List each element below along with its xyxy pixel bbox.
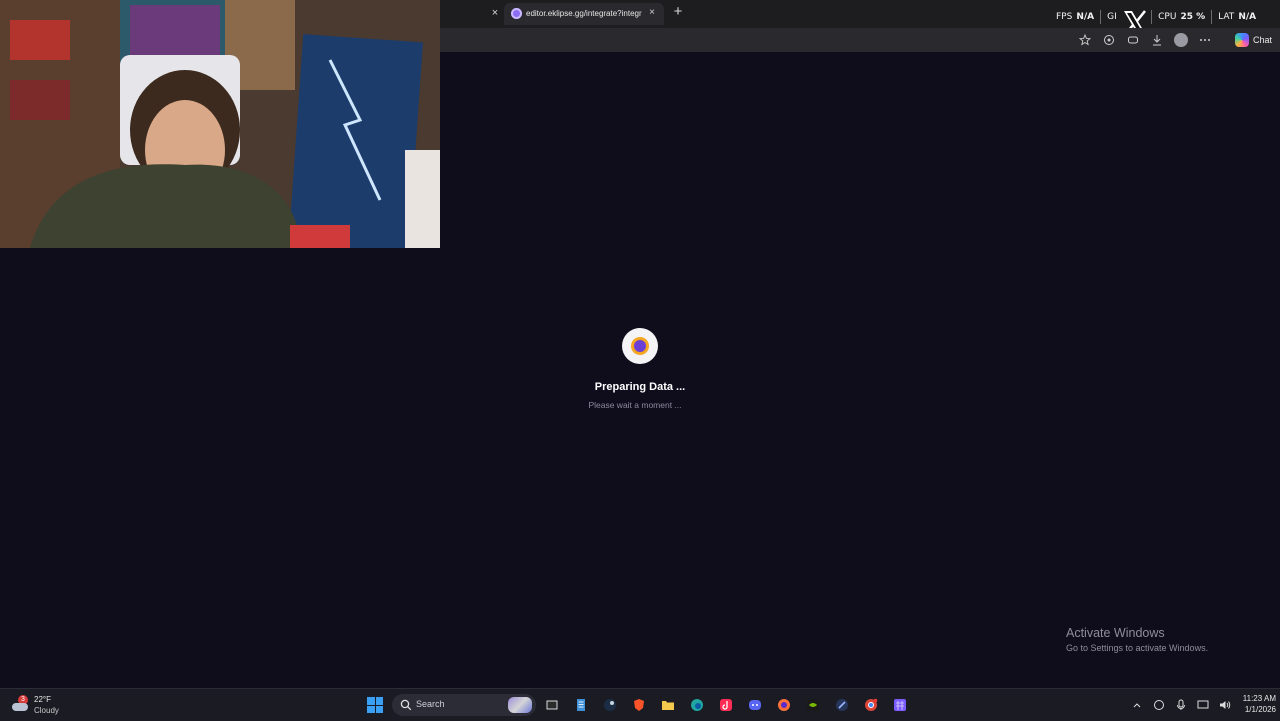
chat-button[interactable]: Chat <box>1234 31 1272 49</box>
stat-lat: LAT N/A <box>1212 10 1262 24</box>
tab-close-button[interactable]: × <box>489 7 501 19</box>
folder-icon[interactable] <box>658 695 678 715</box>
performance-overlay: FPS N/A GI CPU 25 % LAT N/A <box>1050 9 1262 25</box>
edge-icon[interactable] <box>687 695 707 715</box>
firefox-icon[interactable] <box>774 695 794 715</box>
eklipse-favicon-icon <box>511 8 522 19</box>
loading-subtitle: Please wait a moment ... <box>588 400 682 410</box>
display-icon[interactable] <box>1196 698 1210 712</box>
search-highlight-icon <box>508 697 532 713</box>
stat-label: FPS <box>1056 12 1073 22</box>
brave-icon[interactable] <box>629 695 649 715</box>
toolbar-icons <box>1078 32 1212 48</box>
weather-widget[interactable]: 3 22°F Cloudy <box>12 693 72 717</box>
taskbar-apps <box>542 695 910 715</box>
stat-value: N/A <box>1076 12 1095 22</box>
tab-title: editor.eklipse.gg/integrate?integr <box>526 9 642 18</box>
system-tray <box>1130 697 1232 713</box>
tab-close-button[interactable]: × <box>646 7 658 19</box>
chevron-up-icon[interactable] <box>1130 698 1144 712</box>
nvidia-icon[interactable] <box>803 695 823 715</box>
profile-icon[interactable] <box>1174 33 1188 47</box>
search-icon <box>400 699 412 711</box>
notepad-icon[interactable] <box>571 695 591 715</box>
weather-temp: 22°F <box>34 695 51 704</box>
taskbar-search[interactable]: Search <box>392 694 536 716</box>
new-tab-button[interactable]: + <box>671 4 685 19</box>
stat-fps: FPS N/A <box>1050 10 1102 24</box>
downloads-icon[interactable] <box>1150 33 1164 47</box>
tab-active[interactable]: editor.eklipse.gg/integrate?integr × <box>504 3 664 25</box>
stat-value: 25 % <box>1180 12 1206 22</box>
stat-value: N/A <box>1238 12 1257 22</box>
loading-title: Preparing Data ... <box>594 381 686 393</box>
search-label: Search <box>416 699 445 709</box>
eklipse-logo-icon <box>622 328 658 364</box>
browser-toolbar: Chat <box>440 28 1280 52</box>
logo-ring <box>631 337 649 355</box>
tiktok-icon[interactable] <box>716 695 736 715</box>
weather-condition: Cloudy <box>34 706 59 715</box>
star-icon[interactable] <box>1078 33 1092 47</box>
chrome-icon[interactable] <box>861 695 881 715</box>
webcam-overlay <box>0 0 440 248</box>
windows-start-icon[interactable] <box>367 697 383 713</box>
stat-label: GI <box>1107 12 1117 22</box>
system-clock[interactable]: 11:23 AM 1/1/2026 <box>1232 693 1276 715</box>
network-icon[interactable] <box>1152 698 1166 712</box>
app-icon[interactable] <box>832 695 852 715</box>
clock-date: 1/1/2026 <box>1244 705 1276 714</box>
stat-label: LAT <box>1218 12 1235 22</box>
watermark-subtitle: Go to Settings to activate Windows. <box>1066 643 1209 653</box>
activate-windows-watermark: Activate Windows Go to Settings to activ… <box>1066 626 1266 653</box>
chat-label: Chat <box>1252 35 1272 45</box>
extensions-icon[interactable] <box>1102 33 1116 47</box>
taskbar: 3 22°F Cloudy Search 11:23 AM 1/1/2026 <box>0 688 1280 721</box>
calendar-icon[interactable] <box>890 695 910 715</box>
volume-icon[interactable] <box>1218 698 1232 712</box>
stat-label: CPU <box>1158 12 1177 22</box>
watermark-title: Activate Windows <box>1066 626 1165 640</box>
more-icon[interactable] <box>1198 33 1212 47</box>
file-explorer-icon[interactable] <box>542 695 562 715</box>
microphone-icon[interactable] <box>1174 698 1188 712</box>
copilot-logo-icon <box>1234 33 1249 47</box>
loading-panel: Preparing Data ... Please wait a moment … <box>540 326 740 416</box>
cloud-icon <box>12 703 28 711</box>
copilot-icon[interactable] <box>1126 33 1140 47</box>
webcam-feed-image <box>0 0 440 248</box>
steam-icon[interactable] <box>600 695 620 715</box>
clock-time: 11:23 AM <box>1242 694 1276 703</box>
stat-cpu: CPU 25 % <box>1152 10 1213 24</box>
discord-icon[interactable] <box>745 695 765 715</box>
